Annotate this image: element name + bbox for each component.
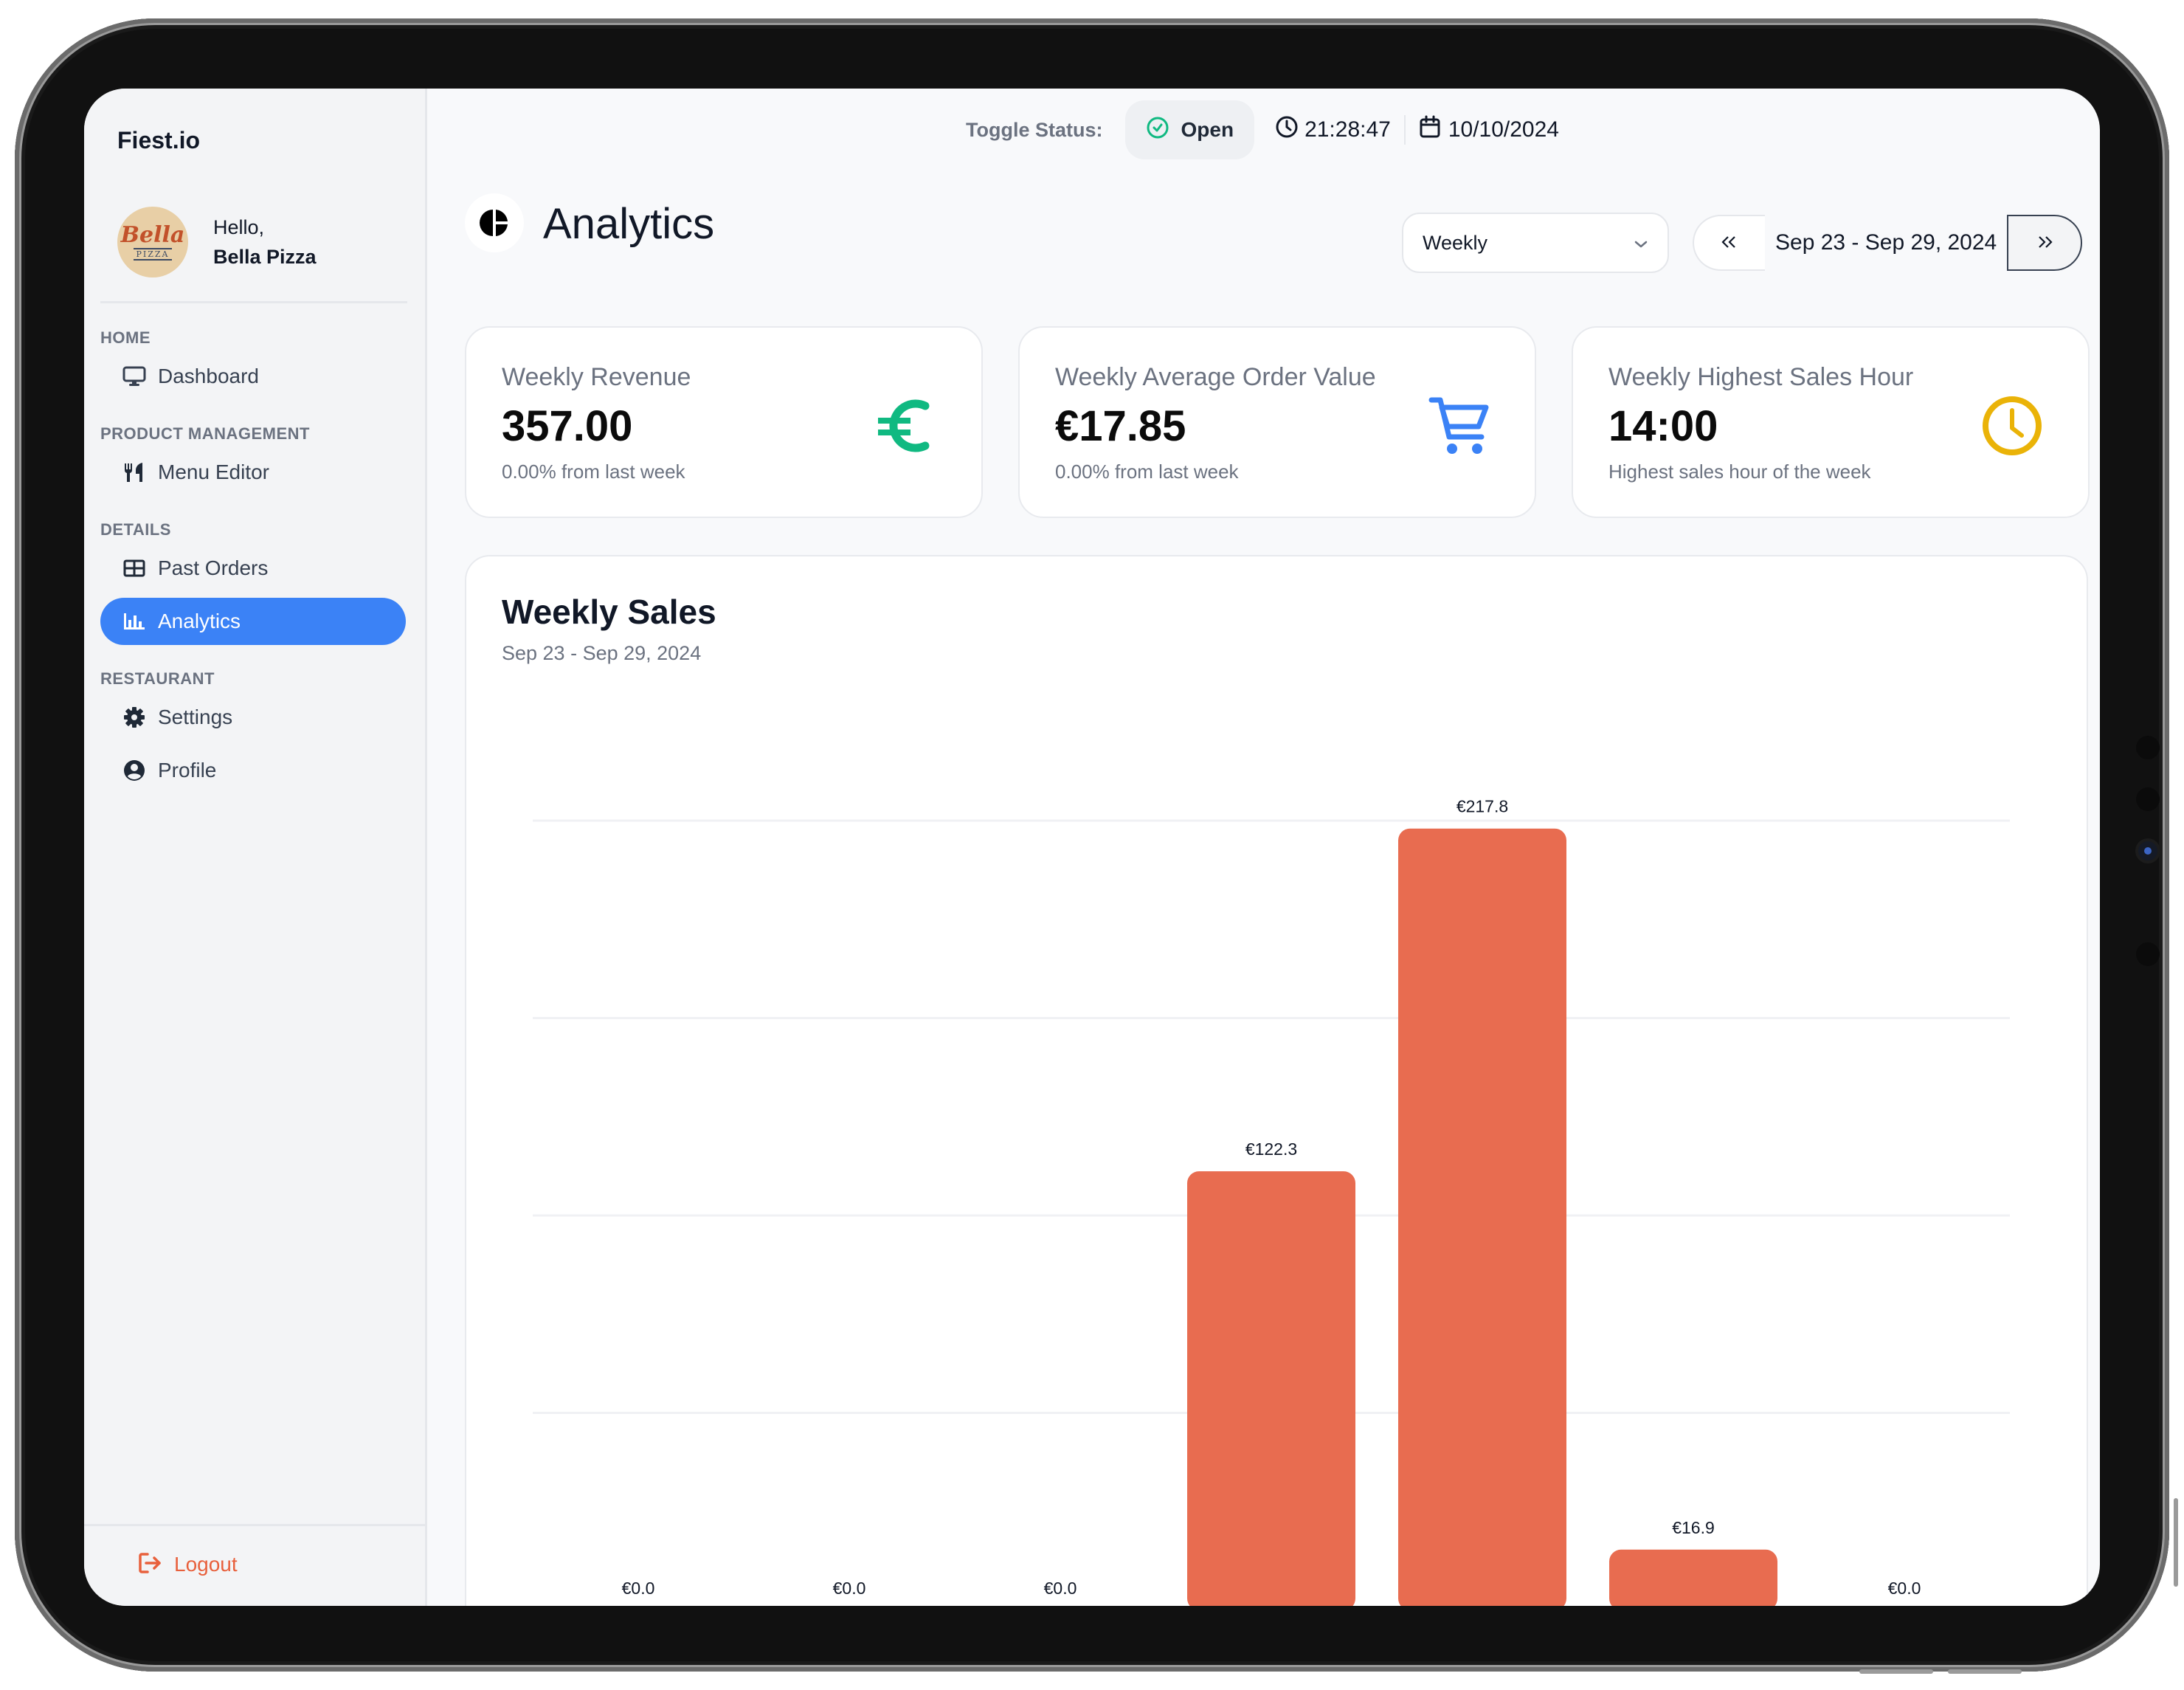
- weekly-sales-chart-card: Weekly Sales Sep 23 - Sep 29, 2024 €0.0M…: [465, 555, 2088, 1606]
- sidebar-item-past-orders[interactable]: Past Orders: [100, 545, 406, 592]
- user-circle-icon: [121, 757, 148, 784]
- time-text: 21:28:47: [1304, 117, 1391, 142]
- user-name: Bella Pizza: [213, 246, 317, 268]
- sensor-dot: [2136, 942, 2160, 966]
- period-dropdown[interactable]: Weekly: [1402, 213, 1669, 273]
- date-text: 10/10/2024: [1448, 117, 1559, 142]
- user-profile: Bella PIZZA Hello, Bella Pizza: [117, 207, 317, 277]
- table-icon: [121, 555, 148, 582]
- stat-card-value: 357.00: [502, 402, 633, 450]
- previous-period-button[interactable]: [1693, 215, 1765, 271]
- sidebar-item-menu-editor[interactable]: Menu Editor: [100, 449, 406, 496]
- next-period-button[interactable]: [2007, 215, 2083, 271]
- nav-section-home: HOME: [100, 328, 151, 347]
- bar-thu[interactable]: [1187, 1171, 1355, 1606]
- sidebar-item-label: Menu Editor: [158, 461, 269, 483]
- stat-card-value: €17.85: [1055, 402, 1186, 450]
- sidebar-item-label: Analytics: [158, 610, 241, 632]
- data-label: €16.9: [1672, 1518, 1715, 1537]
- divider: [100, 301, 407, 303]
- clock-icon: [1979, 393, 2045, 459]
- logout-icon: [137, 1551, 164, 1578]
- toggle-status-label: Toggle Status:: [966, 118, 1103, 141]
- data-label: €122.3: [1245, 1139, 1297, 1159]
- check-circle-icon: [1146, 116, 1169, 145]
- data-label: €0.0: [1888, 1579, 1921, 1598]
- logout-button[interactable]: Logout: [137, 1551, 238, 1578]
- stat-card-change: 0.00% from last week: [1055, 461, 1239, 483]
- bar-chart-icon: [121, 608, 148, 635]
- sidebar-item-label: Past Orders: [158, 556, 269, 579]
- stat-card-value: 14:00: [1608, 402, 1718, 450]
- euro-icon: [872, 393, 939, 459]
- logout-label: Logout: [174, 1553, 238, 1576]
- power-button: [2174, 1498, 2178, 1587]
- utensils-icon: [121, 459, 148, 486]
- stat-card-title: Weekly Highest Sales Hour: [1608, 363, 1914, 391]
- clock-icon: [1275, 115, 1299, 145]
- period-dropdown-value: Weekly: [1423, 231, 1488, 254]
- sidebar-item-profile[interactable]: Profile: [100, 747, 406, 794]
- sidebar-item-label: Profile: [158, 759, 217, 782]
- cart-icon: [1426, 393, 1492, 459]
- sidebar-item-label: Dashboard: [158, 365, 259, 387]
- stat-card-highest-sales-hour: Weekly Highest Sales Hour 14:00 Highest …: [1572, 326, 2090, 518]
- chevrons-right-icon: [2034, 230, 2055, 255]
- divider: [1403, 115, 1406, 145]
- app-screen: Fiest.io Bella PIZZA Hello, Bella Pizza …: [84, 89, 2100, 1606]
- current-date: 10/10/2024: [1419, 115, 1559, 145]
- sensor-dot: [2136, 787, 2160, 811]
- status-toggle[interactable]: Open: [1124, 100, 1255, 159]
- stat-card-change: 0.00% from last week: [502, 461, 685, 483]
- data-label: €217.8: [1456, 797, 1508, 816]
- sidebar-nav: HOME Dashboard PRODUCT MANAGEMENT Menu E…: [100, 323, 406, 800]
- brand-logo[interactable]: Fiest.io: [117, 127, 200, 154]
- stat-card-subtitle: Highest sales hour of the week: [1608, 461, 1871, 483]
- volume-button: [1948, 1669, 2022, 1674]
- sensor-dot: [2136, 736, 2160, 759]
- pie-chart-icon: [465, 193, 524, 252]
- data-label: €0.0: [833, 1579, 866, 1598]
- weekly-sales-bar-chart: €0.0Mon€0.0Tue€0.0Wed€122.3Thu€217.8Fri€…: [533, 797, 2010, 1606]
- date-range-label: Sep 23 - Sep 29, 2024: [1775, 230, 1997, 255]
- greeting-text: Hello,: [213, 216, 265, 238]
- user-greeting: Hello, Bella Pizza: [213, 213, 317, 272]
- gear-icon: [121, 704, 148, 731]
- stat-card-weekly-revenue: Weekly Revenue 357.00 0.00% from last we…: [465, 326, 983, 518]
- monitor-icon: [121, 363, 148, 390]
- avatar-logo-subtext: PIZZA: [133, 247, 173, 261]
- calendar-icon: [1419, 115, 1441, 145]
- sidebar-item-settings[interactable]: Settings: [100, 694, 406, 741]
- nav-section-product-management: PRODUCT MANAGEMENT: [100, 424, 310, 443]
- sidebar-item-dashboard[interactable]: Dashboard: [100, 353, 406, 400]
- date-range-navigator: Sep 23 - Sep 29, 2024: [1693, 214, 2083, 272]
- status-badge: Open: [1181, 118, 1234, 141]
- stat-card-title: Weekly Revenue: [502, 363, 691, 391]
- bar-sat[interactable]: [1609, 1549, 1777, 1606]
- avatar: Bella PIZZA: [117, 207, 188, 277]
- volume-button: [1859, 1669, 1933, 1674]
- camera-icon: [2138, 841, 2157, 860]
- chevron-down-icon: [1634, 232, 1648, 255]
- stat-card-average-order-value: Weekly Average Order Value €17.85 0.00% …: [1018, 326, 1536, 518]
- chevrons-left-icon: [1719, 230, 1740, 255]
- avatar-logo-text: Bella: [120, 221, 185, 248]
- current-time: 21:28:47: [1275, 115, 1391, 145]
- page-title: Analytics: [543, 200, 715, 248]
- nav-section-details: DETAILS: [100, 520, 171, 539]
- nav-section-restaurant: RESTAURANT: [100, 669, 215, 688]
- sidebar-item-analytics[interactable]: Analytics: [100, 598, 406, 645]
- data-label: €0.0: [1044, 1579, 1077, 1598]
- stat-card-title: Weekly Average Order Value: [1055, 363, 1376, 391]
- sidebar-item-label: Settings: [158, 706, 233, 728]
- bar-fri[interactable]: [1398, 828, 1566, 1606]
- sidebar: Fiest.io Bella PIZZA Hello, Bella Pizza …: [84, 89, 427, 1606]
- data-label: €0.0: [622, 1579, 655, 1598]
- top-bar: Toggle Status: Open 21:28:47 10/10/2024: [425, 89, 2100, 171]
- sidebar-footer: Logout: [84, 1524, 425, 1606]
